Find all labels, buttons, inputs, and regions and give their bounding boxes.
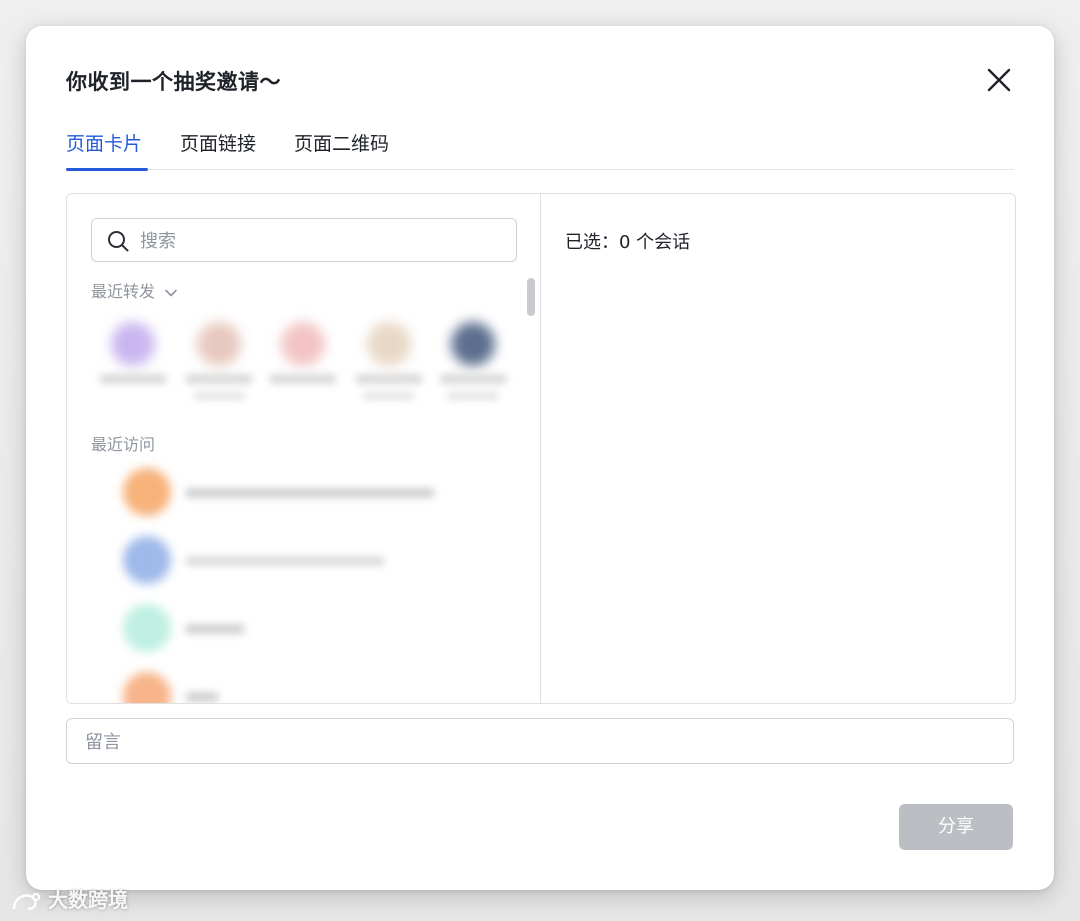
watermark-logo: 大数跨境 [10, 884, 128, 913]
avatar [111, 322, 155, 366]
tab-label: 页面二维码 [294, 133, 390, 155]
avatar [123, 604, 171, 652]
message-input[interactable] [85, 727, 985, 757]
contact-name-blurred [193, 392, 245, 400]
tab-label: 页面卡片 [66, 133, 143, 155]
recent-visit-contact[interactable] [91, 460, 511, 520]
avatar [367, 322, 411, 366]
recent-forward-contact[interactable] [93, 322, 173, 412]
recent-forward-label: 最近转发 [91, 282, 156, 301]
contact-name-blurred [439, 374, 507, 384]
close-button[interactable] [983, 64, 1015, 96]
avatar [123, 672, 171, 703]
selected-pane: 已选：0 个会话 [541, 194, 1015, 703]
recent-forward-toggle[interactable]: 最近转发 [91, 278, 178, 302]
share-button[interactable]: 分享 [899, 804, 1013, 850]
avatar [451, 322, 495, 366]
recent-visit-contact[interactable] [91, 664, 511, 703]
active-tab-indicator [66, 168, 148, 171]
avatar [281, 322, 325, 366]
search-icon [108, 231, 129, 252]
tab-page-qrcode[interactable]: 页面二维码 [294, 130, 396, 170]
contact-name-blurred [185, 692, 219, 702]
contact-name-blurred [185, 624, 245, 634]
recent-forward-contact[interactable] [349, 322, 429, 412]
contact-name-blurred [363, 392, 415, 400]
contact-name-blurred [99, 374, 167, 384]
chevron-down-icon [165, 289, 177, 296]
scrollbar-thumb[interactable] [527, 278, 535, 316]
recent-forward-contact[interactable] [263, 322, 343, 412]
recent-forward-contact[interactable] [433, 322, 513, 412]
contact-name-blurred [185, 556, 385, 566]
watermark-icon [12, 892, 40, 910]
contact-name-blurred [447, 392, 499, 400]
tab-page-card[interactable]: 页面卡片 [66, 130, 148, 171]
avatar [123, 536, 171, 584]
contact-name-blurred [269, 374, 337, 384]
selected-count: 已选：0 个会话 [565, 232, 691, 253]
recent-forward-contact[interactable] [179, 322, 259, 412]
dialog-title: 你收到一个抽奖邀请～ [66, 70, 281, 94]
close-icon [987, 68, 1011, 92]
share-dialog: 你收到一个抽奖邀请～ 页面卡片 页面链接 页面二维码 搜索 最近转发 最近访问 … [26, 26, 1054, 890]
search-box[interactable] [91, 218, 517, 262]
contact-name-blurred [185, 488, 435, 498]
search-input[interactable] [140, 225, 500, 257]
avatar [197, 322, 241, 366]
share-panel: 最近转发 [66, 193, 1016, 704]
message-box[interactable] [66, 718, 1014, 764]
contact-name-blurred [355, 374, 423, 384]
contact-name-blurred [185, 374, 253, 384]
recent-visit-contact[interactable] [91, 528, 511, 588]
recent-visit-label: 最近访问 [91, 435, 156, 454]
tab-bar: 页面卡片 页面链接 页面二维码 [66, 130, 1014, 171]
watermark-text: 大数跨境 [48, 888, 128, 912]
tab-label: 页面链接 [180, 133, 257, 155]
contact-picker: 最近转发 [67, 194, 541, 703]
avatar [123, 468, 171, 516]
tab-page-link[interactable]: 页面链接 [180, 130, 262, 170]
recent-visit-contact[interactable] [91, 596, 511, 656]
